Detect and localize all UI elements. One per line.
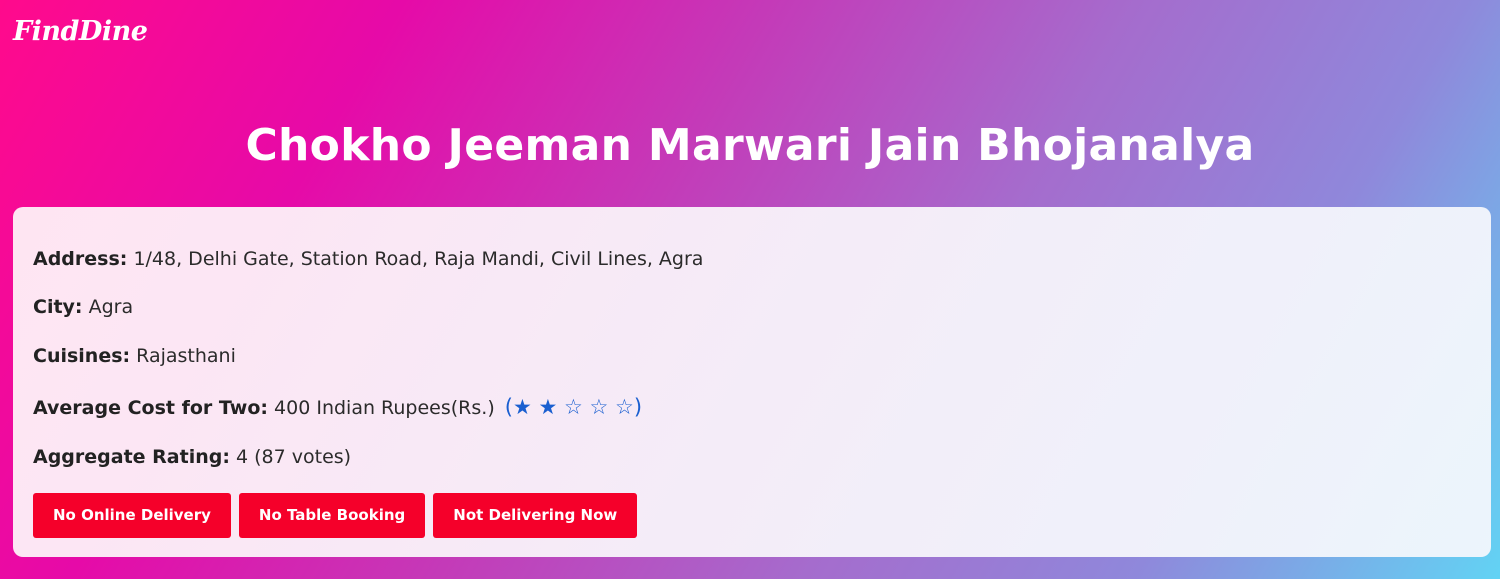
cuisines-row: Cuisines: Rajasthani xyxy=(33,345,236,367)
address-value: 1/48, Delhi Gate, Station Road, Raja Man… xyxy=(133,248,704,270)
cost-row: Average Cost for Two: 400 Indian Rupees(… xyxy=(33,395,642,419)
cuisines-value: Rajasthani xyxy=(136,345,236,367)
city-row: City: Agra xyxy=(33,296,133,318)
no-table-booking-button[interactable]: No Table Booking xyxy=(238,493,426,538)
address-label: Address: xyxy=(33,248,128,270)
city-label: City: xyxy=(33,296,83,318)
cost-value: 400 Indian Rupees(Rs.) xyxy=(274,397,495,419)
rating-row: Aggregate Rating: 4 (87 votes) xyxy=(33,446,351,468)
not-delivering-now-button[interactable]: Not Delivering Now xyxy=(433,493,638,538)
restaurant-details-card: Address: 1/48, Delhi Gate, Station Road,… xyxy=(13,207,1491,557)
findDine-logo-link[interactable]: FindDine xyxy=(13,16,148,47)
restaurant-title: Chokho Jeeman Marwari Jain Bhojanalya xyxy=(245,120,1255,171)
status-tags: No Online Delivery No Table Booking Not De… xyxy=(33,493,645,538)
rating-label: Aggregate Rating: xyxy=(33,446,230,468)
address-row: Address: 1/48, Delhi Gate, Station Road,… xyxy=(33,248,703,270)
price-level-stars-icon: (★ ★ ☆ ☆ ☆) xyxy=(504,395,643,419)
cost-label: Average Cost for Two: xyxy=(33,397,268,419)
city-value: Agra xyxy=(88,296,134,318)
no-online-delivery-button[interactable]: No Online Delivery xyxy=(33,493,231,538)
cuisines-label: Cuisines: xyxy=(33,345,131,367)
rating-value: 4 (87 votes) xyxy=(236,446,352,468)
